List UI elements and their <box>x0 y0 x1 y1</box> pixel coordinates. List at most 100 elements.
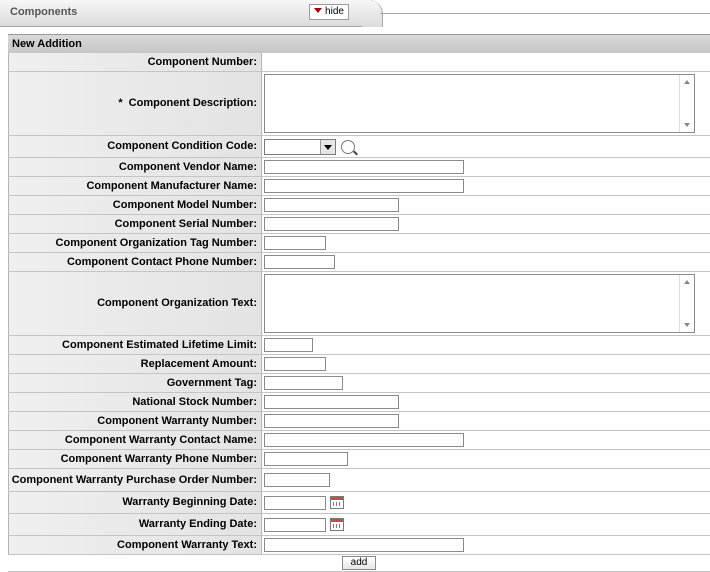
field-label: Component Organization Text: <box>8 272 262 335</box>
warranty-beginning-date-input[interactable] <box>264 495 326 510</box>
field-label: Component Warranty Contact Name: <box>8 431 262 449</box>
field-value <box>262 536 710 554</box>
manufacturer-name-input[interactable] <box>264 179 464 193</box>
component-description-textarea[interactable] <box>264 74 695 133</box>
warranty-purchase-order-number-input[interactable] <box>264 473 330 487</box>
field-value <box>262 177 710 195</box>
calendar-icon[interactable] <box>330 496 344 509</box>
row-manufacturer-name: Component Manufacturer Name: <box>8 177 710 196</box>
scroll-up-icon[interactable] <box>684 280 690 284</box>
field-value <box>262 196 710 214</box>
scrollbar[interactable] <box>679 75 694 132</box>
warranty-text-input[interactable] <box>264 538 464 552</box>
field-label: Government Tag: <box>8 374 262 392</box>
row-component-number: Component Number: <box>8 53 710 72</box>
row-condition-code: Component Condition Code: <box>8 136 710 158</box>
field-value <box>262 431 710 449</box>
scroll-up-icon[interactable] <box>684 80 690 84</box>
row-serial-number: Component Serial Number: <box>8 215 710 234</box>
new-addition-form: Component Number: * Component Description… <box>8 53 710 572</box>
tab-components: Components hide <box>0 0 373 27</box>
field-value <box>262 412 710 430</box>
field-label: Warranty Ending Date: <box>8 514 262 535</box>
row-warranty-ending-date: Warranty Ending Date: <box>8 514 710 536</box>
row-organization-text: Component Organization Text: <box>8 272 710 336</box>
vendor-name-input[interactable] <box>264 160 464 174</box>
contact-phone-number-input[interactable] <box>264 255 335 269</box>
government-tag-input[interactable] <box>264 376 343 390</box>
row-replacement-amount: Replacement Amount: <box>8 355 710 374</box>
row-estimated-lifetime-limit: Component Estimated Lifetime Limit: <box>8 336 710 355</box>
field-label: Component Condition Code: <box>8 136 262 157</box>
row-organization-tag-number: Component Organization Tag Number: <box>8 234 710 253</box>
calendar-icon[interactable] <box>330 518 344 531</box>
row-model-number: Component Model Number: <box>8 196 710 215</box>
tab-title: Components <box>10 6 78 18</box>
field-label: Component Warranty Number: <box>8 412 262 430</box>
tab-divider <box>380 13 710 14</box>
estimated-lifetime-limit-input[interactable] <box>264 338 313 352</box>
section-header: New Addition <box>8 34 710 53</box>
field-value <box>262 374 710 392</box>
row-warranty-beginning-date: Warranty Beginning Date: <box>8 492 710 514</box>
field-label: Component Number: <box>8 53 262 71</box>
tab-bar: Components hide <box>0 0 710 28</box>
field-value <box>262 355 710 373</box>
row-warranty-phone-number: Component Warranty Phone Number: <box>8 450 710 469</box>
field-label: * Component Description: <box>8 72 262 135</box>
field-label: Component Warranty Phone Number: <box>8 450 262 468</box>
field-label: Component Serial Number: <box>8 215 262 233</box>
triangle-down-icon <box>314 8 323 13</box>
field-value <box>262 336 710 354</box>
hide-button[interactable]: hide <box>309 4 349 20</box>
field-label-text: Component Description: <box>128 97 257 109</box>
required-marker: * <box>118 97 123 109</box>
field-value <box>262 272 710 335</box>
warranty-phone-number-input[interactable] <box>264 452 348 466</box>
organization-tag-number-input[interactable] <box>264 236 326 250</box>
field-label: Component Warranty Text: <box>8 536 262 554</box>
field-label: Component Estimated Lifetime Limit: <box>8 336 262 354</box>
warranty-number-input[interactable] <box>264 414 399 428</box>
scrollbar[interactable] <box>679 275 694 332</box>
field-value <box>262 450 710 468</box>
add-cell: add <box>8 555 710 571</box>
field-value <box>262 514 710 535</box>
row-component-description: * Component Description: <box>8 72 710 136</box>
field-label: Component Contact Phone Number: <box>8 253 262 271</box>
chevron-down-icon[interactable] <box>320 139 335 154</box>
organization-text-textarea[interactable] <box>264 274 695 333</box>
row-government-tag: Government Tag: <box>8 374 710 393</box>
row-national-stock-number: National Stock Number: <box>8 393 710 412</box>
add-row: add <box>8 555 710 572</box>
model-number-input[interactable] <box>264 198 399 212</box>
field-value <box>262 136 710 157</box>
row-vendor-name: Component Vendor Name: <box>8 158 710 177</box>
hide-label: hide <box>325 6 344 17</box>
row-warranty-purchase-order-number: Component Warranty Purchase Order Number… <box>8 469 710 492</box>
field-value <box>262 469 710 491</box>
field-label: Component Model Number: <box>8 196 262 214</box>
replacement-amount-input[interactable] <box>264 357 326 371</box>
row-warranty-contact-name: Component Warranty Contact Name: <box>8 431 710 450</box>
national-stock-number-input[interactable] <box>264 395 399 409</box>
field-value <box>262 234 710 252</box>
field-label: Warranty Beginning Date: <box>8 492 262 513</box>
field-value <box>262 492 710 513</box>
row-warranty-number: Component Warranty Number: <box>8 412 710 431</box>
field-label: Component Organization Tag Number: <box>8 234 262 252</box>
field-value <box>262 72 710 135</box>
field-value <box>262 393 710 411</box>
field-value <box>262 253 710 271</box>
warranty-ending-date-input[interactable] <box>264 517 326 532</box>
field-label: National Stock Number: <box>8 393 262 411</box>
warranty-contact-name-input[interactable] <box>264 433 464 447</box>
magnifier-icon[interactable] <box>341 139 355 154</box>
scroll-down-icon[interactable] <box>684 323 690 327</box>
serial-number-input[interactable] <box>264 217 399 231</box>
field-label: Component Manufacturer Name: <box>8 177 262 195</box>
condition-code-select[interactable] <box>264 138 336 155</box>
row-warranty-text: Component Warranty Text: <box>8 536 710 555</box>
scroll-down-icon[interactable] <box>684 123 690 127</box>
field-label: Replacement Amount: <box>8 355 262 373</box>
